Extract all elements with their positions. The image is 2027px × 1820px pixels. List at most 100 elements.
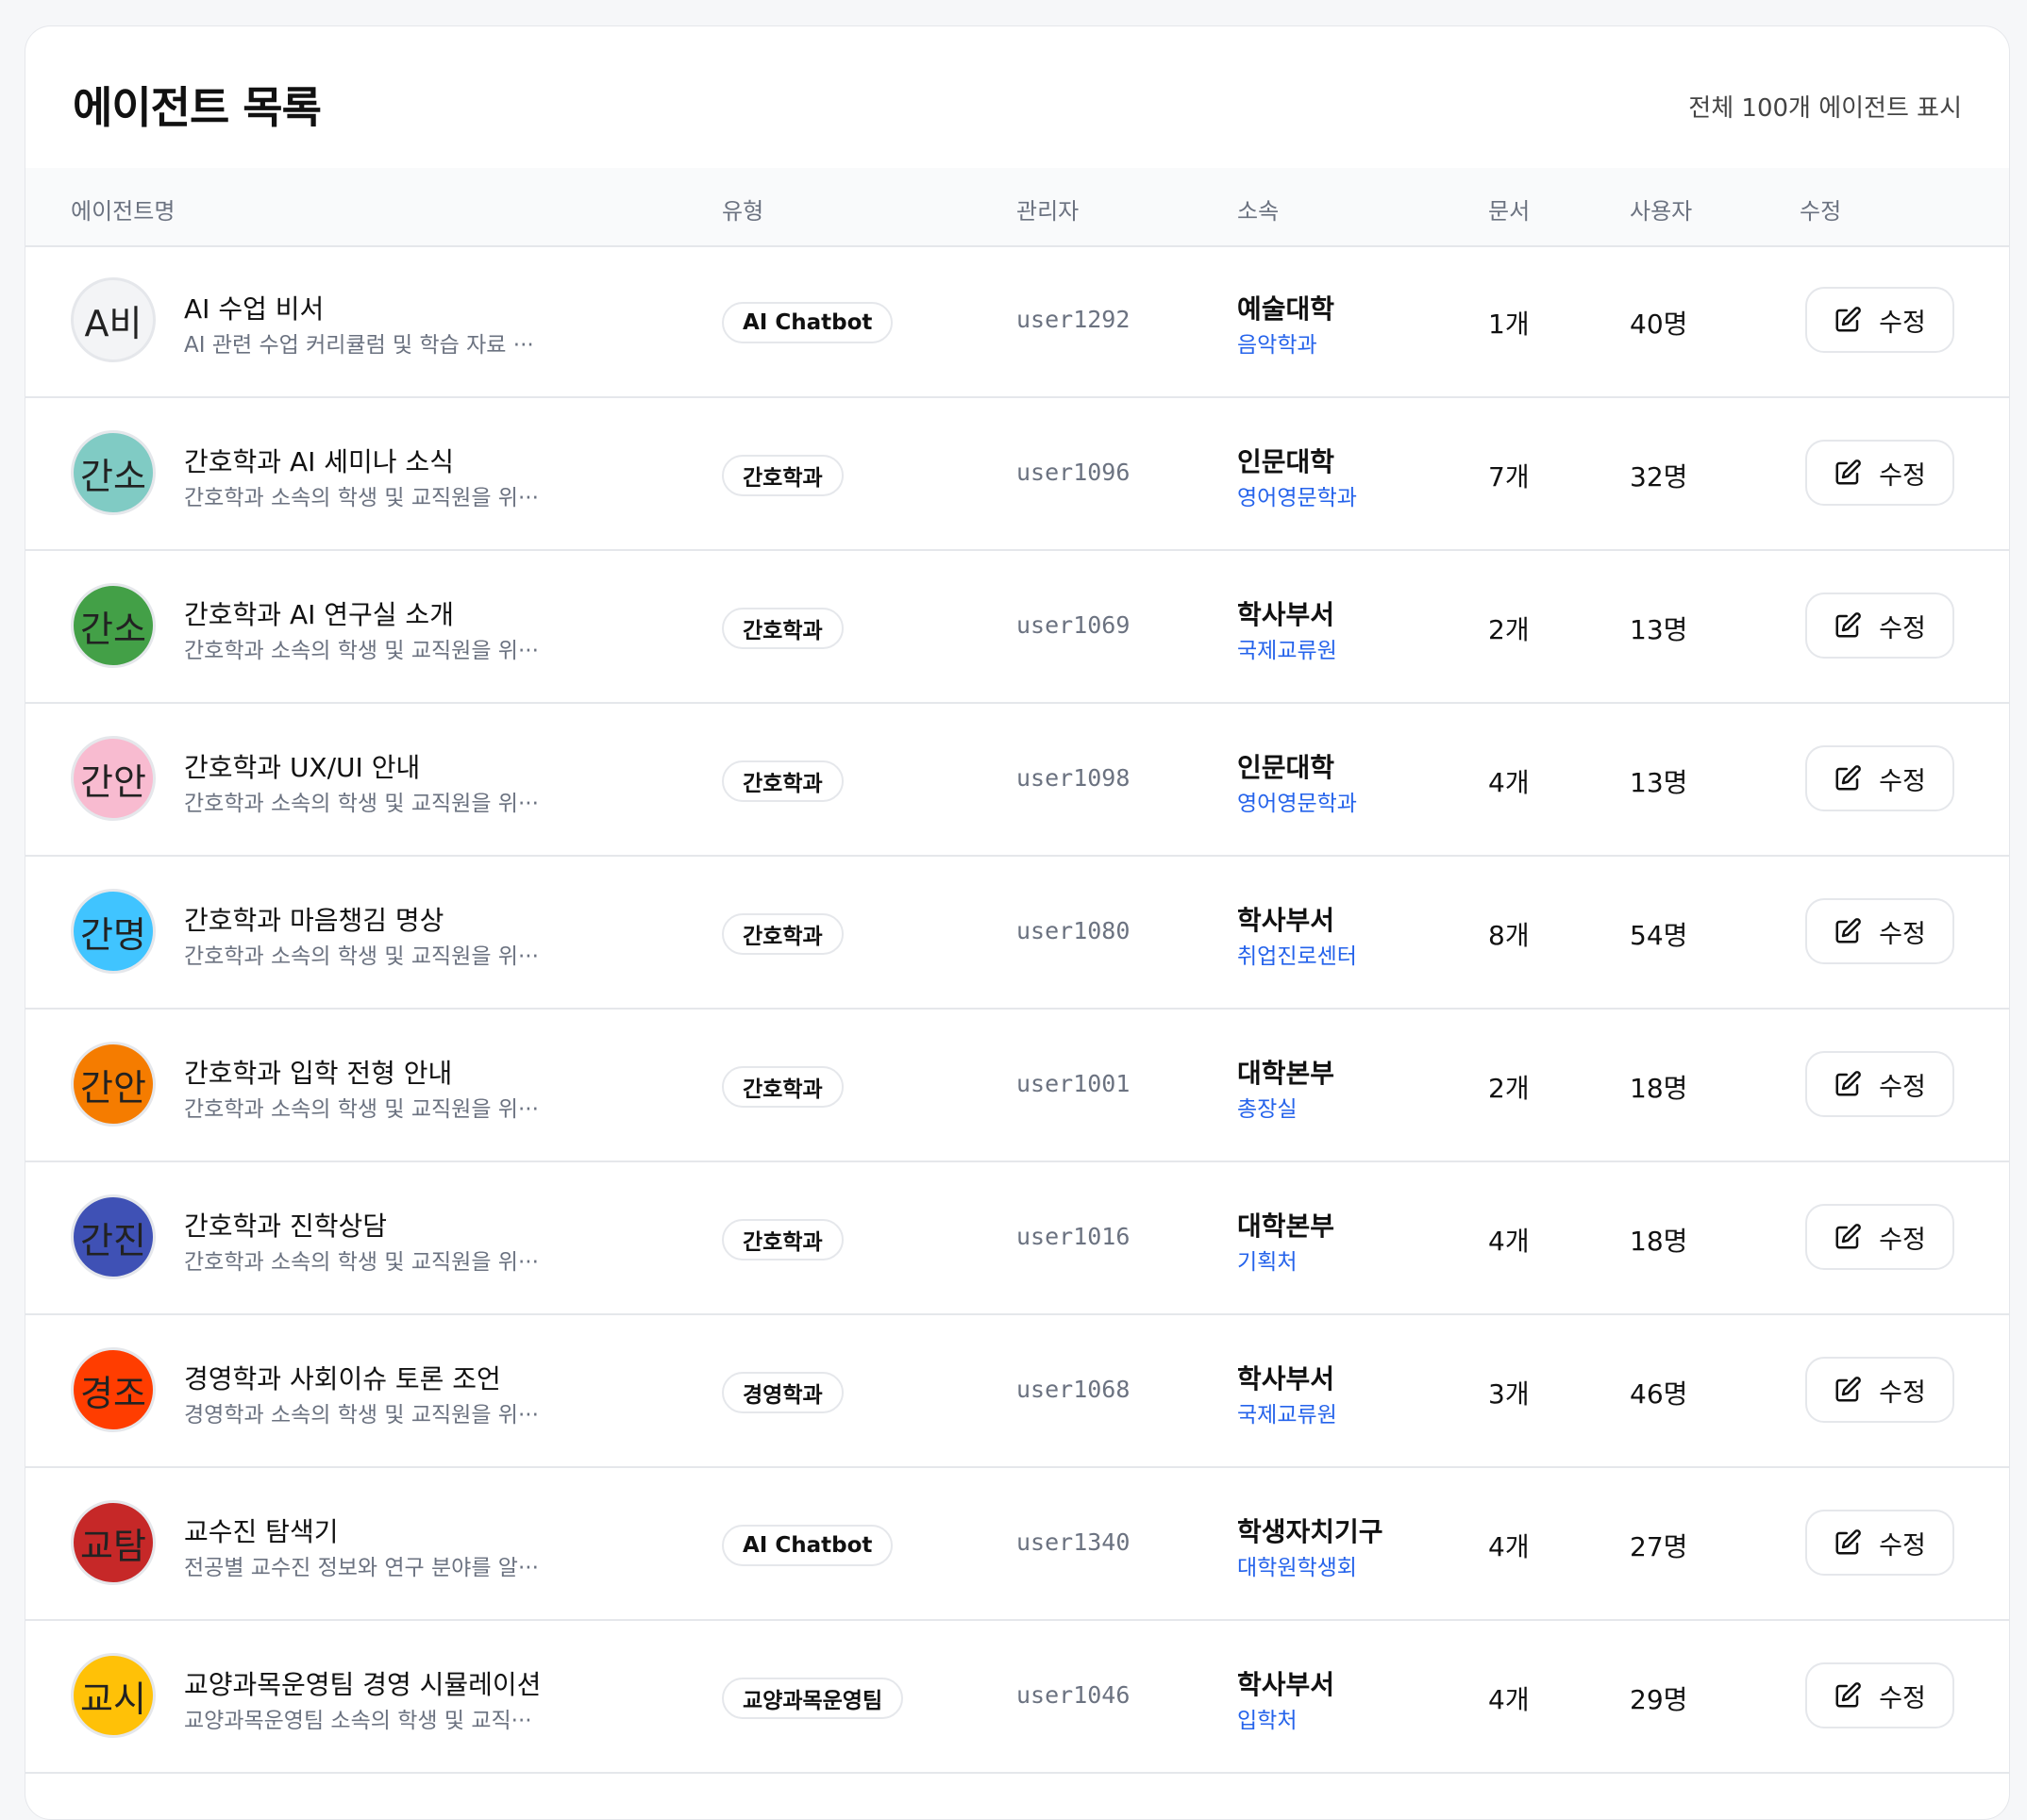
edit-button[interactable]: 수정 bbox=[1805, 745, 1954, 811]
agent-name[interactable]: AI 수업 비서 bbox=[184, 289, 324, 326]
user-count: 29명 bbox=[1630, 1684, 1688, 1715]
table-row[interactable]: A비 AI 수업 비서 AI 관련 수업 커리큘럼 및 학습 자료 ··· AI… bbox=[25, 245, 2009, 398]
doc-count: 7개 bbox=[1488, 461, 1530, 493]
edit-icon bbox=[1835, 1682, 1862, 1708]
type-badge: 간호학과 bbox=[722, 913, 844, 955]
edit-button[interactable]: 수정 bbox=[1805, 440, 1954, 506]
agent-description: 간호학과 소속의 학생 및 교직원을 위··· bbox=[184, 944, 539, 969]
user-count: 13명 bbox=[1630, 614, 1688, 645]
org-name: 인문대학 bbox=[1237, 446, 1335, 477]
edit-button[interactable]: 수정 bbox=[1805, 1204, 1954, 1270]
dept-name[interactable]: 국제교류원 bbox=[1237, 632, 1337, 664]
dept-name[interactable]: 영어영문학과 bbox=[1237, 479, 1357, 511]
manager-id: user1080 bbox=[1016, 917, 1131, 944]
edit-label: 수정 bbox=[1879, 1530, 1926, 1561]
table-row[interactable]: 간소 간호학과 AI 세미나 소식 간호학과 소속의 학생 및 교직원을 위··… bbox=[25, 398, 2009, 551]
dept-name[interactable]: 음악학과 bbox=[1237, 326, 1317, 359]
manager-id: user1096 bbox=[1016, 459, 1131, 486]
user-count: 27명 bbox=[1630, 1531, 1688, 1562]
avatar-initials: 교탐 bbox=[80, 1525, 146, 1567]
edit-icon bbox=[1835, 1377, 1862, 1402]
user-count: 18명 bbox=[1630, 1226, 1688, 1257]
table-row[interactable]: 간안 간호학과 입학 전형 안내 간호학과 소속의 학생 및 교직원을 위···… bbox=[25, 1010, 2009, 1162]
agent-name[interactable]: 간호학과 입학 전형 안내 bbox=[184, 1053, 452, 1091]
edit-label: 수정 bbox=[1879, 1072, 1926, 1102]
edit-label: 수정 bbox=[1879, 1225, 1926, 1255]
dept-name[interactable]: 입학처 bbox=[1237, 1702, 1297, 1734]
avatar-initials: 간소 bbox=[80, 608, 146, 650]
agent-description: 경영학과 소속의 학생 및 교직원을 위··· bbox=[184, 1403, 539, 1428]
dept-name[interactable]: 영어영문학과 bbox=[1237, 785, 1357, 817]
type-badge: 교양과목운영팀 bbox=[722, 1678, 904, 1719]
agent-description: AI 관련 수업 커리큘럼 및 학습 자료 ··· bbox=[184, 333, 534, 358]
agent-name[interactable]: 교양과목운영팀 경영 시뮬레이션 bbox=[184, 1664, 541, 1702]
edit-icon bbox=[1835, 1071, 1862, 1096]
org-name: 대학본부 bbox=[1237, 1058, 1335, 1089]
agent-name[interactable]: 간호학과 AI 세미나 소식 bbox=[184, 442, 454, 479]
table-row[interactable]: 경조 경영학과 사회이슈 토론 조언 경영학과 소속의 학생 및 교직원을 위·… bbox=[25, 1315, 2009, 1468]
dept-name[interactable]: 총장실 bbox=[1237, 1091, 1297, 1123]
org-name: 학사부서 bbox=[1237, 1363, 1335, 1394]
agent-table-body: A비 AI 수업 비서 AI 관련 수업 커리큘럼 및 학습 자료 ··· AI… bbox=[25, 245, 2009, 1774]
agent-name[interactable]: 간호학과 UX/UI 안내 bbox=[184, 747, 420, 785]
edit-label: 수정 bbox=[1879, 919, 1926, 949]
manager-id: user1098 bbox=[1016, 764, 1131, 792]
dept-name[interactable]: 기획처 bbox=[1237, 1244, 1297, 1276]
total-count: 전체 100개 에이전트 표시 bbox=[1688, 94, 1962, 123]
agent-description: 간호학과 소속의 학생 및 교직원을 위··· bbox=[184, 486, 539, 510]
avatar-initials: 간진 bbox=[80, 1219, 146, 1261]
type-badge: 간호학과 bbox=[722, 455, 844, 496]
avatar: 간안 bbox=[71, 736, 156, 821]
dept-name[interactable]: 취업진로센터 bbox=[1237, 938, 1357, 970]
column-header-docs: 문서 bbox=[1488, 198, 1531, 225]
edit-button[interactable]: 수정 bbox=[1805, 1051, 1954, 1117]
doc-count: 3개 bbox=[1488, 1378, 1530, 1410]
agent-name[interactable]: 경영학과 사회이슈 토론 조언 bbox=[184, 1359, 501, 1396]
table-row[interactable]: 간진 간호학과 진학상담 간호학과 소속의 학생 및 교직원을 위··· 간호학… bbox=[25, 1162, 2009, 1315]
avatar: 교탐 bbox=[71, 1500, 156, 1585]
avatar-initials: 간안 bbox=[80, 760, 146, 803]
type-badge: AI Chatbot bbox=[722, 1525, 894, 1566]
table-row[interactable]: 간명 간호학과 마음챙김 명상 간호학과 소속의 학생 및 교직원을 위··· … bbox=[25, 857, 2009, 1010]
doc-count: 4개 bbox=[1488, 1684, 1530, 1715]
dept-name[interactable]: 대학원학생회 bbox=[1237, 1549, 1357, 1581]
doc-count: 4개 bbox=[1488, 1531, 1530, 1562]
agent-name[interactable]: 간호학과 AI 연구실 소개 bbox=[184, 594, 454, 632]
column-header-edit: 수정 bbox=[1800, 198, 1842, 225]
edit-button[interactable]: 수정 bbox=[1805, 287, 1954, 353]
table-row[interactable]: 교시 교양과목운영팀 경영 시뮬레이션 교양과목운영팀 소속의 학생 및 교직·… bbox=[25, 1621, 2009, 1774]
avatar-initials: 간명 bbox=[80, 913, 146, 956]
edit-icon bbox=[1835, 307, 1862, 332]
edit-button[interactable]: 수정 bbox=[1805, 1357, 1954, 1423]
org-name: 학사부서 bbox=[1237, 599, 1335, 630]
edit-button[interactable]: 수정 bbox=[1805, 1510, 1954, 1576]
edit-button[interactable]: 수정 bbox=[1805, 898, 1954, 964]
table-header: 에이전트명 유형 관리자 소속 문서 사용자 수정 bbox=[25, 168, 2009, 247]
user-count: 32명 bbox=[1630, 461, 1688, 493]
doc-count: 4개 bbox=[1488, 1226, 1530, 1257]
edit-button[interactable]: 수정 bbox=[1805, 1662, 1954, 1728]
avatar: A비 bbox=[71, 277, 156, 362]
table-row[interactable]: 간안 간호학과 UX/UI 안내 간호학과 소속의 학생 및 교직원을 위···… bbox=[25, 704, 2009, 857]
agent-name[interactable]: 간호학과 진학상담 bbox=[184, 1206, 387, 1244]
table-row[interactable]: 간소 간호학과 AI 연구실 소개 간호학과 소속의 학생 및 교직원을 위··… bbox=[25, 551, 2009, 704]
manager-id: user1068 bbox=[1016, 1376, 1131, 1403]
agent-name[interactable]: 교수진 탐색기 bbox=[184, 1511, 338, 1549]
column-header-manager: 관리자 bbox=[1016, 198, 1080, 225]
agent-name[interactable]: 간호학과 마음챙김 명상 bbox=[184, 900, 444, 938]
edit-icon bbox=[1835, 459, 1862, 485]
manager-id: user1069 bbox=[1016, 611, 1131, 639]
dept-name[interactable]: 국제교류원 bbox=[1237, 1396, 1337, 1428]
doc-count: 2개 bbox=[1488, 614, 1530, 645]
edit-button[interactable]: 수정 bbox=[1805, 593, 1954, 659]
edit-icon bbox=[1835, 765, 1862, 791]
org-name: 학생자치기구 bbox=[1237, 1516, 1383, 1547]
avatar: 간소 bbox=[71, 430, 156, 515]
table-row[interactable]: 교탐 교수진 탐색기 전공별 교수진 정보와 연구 분야를 알··· AI Ch… bbox=[25, 1468, 2009, 1621]
org-name: 대학본부 bbox=[1237, 1211, 1335, 1242]
agent-description: 전공별 교수진 정보와 연구 분야를 알··· bbox=[184, 1556, 539, 1580]
edit-icon bbox=[1835, 918, 1862, 943]
org-name: 학사부서 bbox=[1237, 905, 1335, 936]
org-name: 예술대학 bbox=[1237, 293, 1335, 325]
edit-label: 수정 bbox=[1879, 460, 1926, 491]
